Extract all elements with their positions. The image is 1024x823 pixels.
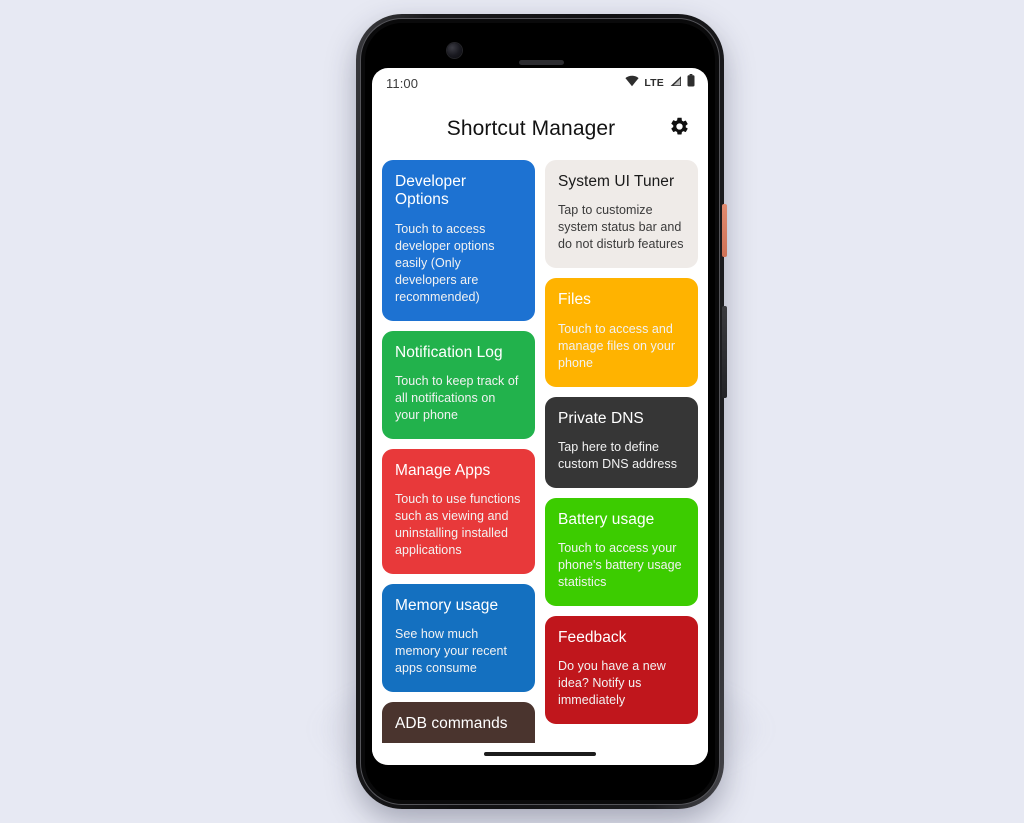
- home-gesture-pill[interactable]: [484, 752, 596, 756]
- battery-icon: [687, 74, 695, 92]
- power-button[interactable]: [722, 204, 727, 257]
- cards-column-left: Developer Options Touch to access develop…: [382, 160, 535, 765]
- shortcut-card-title: Notification Log: [395, 343, 503, 361]
- signal-icon: [669, 74, 682, 92]
- phone-mockup: 11:00 LTE Shortcut Manager Developer Opt…: [306, 14, 776, 809]
- settings-button[interactable]: [664, 114, 694, 144]
- phone-screen: 11:00 LTE Shortcut Manager Developer Opt…: [372, 68, 708, 765]
- shortcut-card[interactable]: Files Touch to access and manage files on…: [545, 278, 698, 387]
- gesture-navigation-bar: [372, 743, 708, 765]
- shortcut-card[interactable]: Manage Apps Touch to use functions such a…: [382, 448, 535, 575]
- shortcut-card[interactable]: Battery usage Touch to access your phone'…: [545, 497, 698, 607]
- shortcut-card[interactable]: Private DNS Tap here to define custom DNS…: [545, 396, 698, 488]
- shortcut-card-title: Developer Options: [395, 173, 467, 209]
- shortcut-card-description: Tap here to define custom DNS address: [558, 439, 677, 471]
- shortcut-card[interactable]: System UI Tuner Tap to customize system s…: [545, 160, 698, 269]
- gear-icon: [669, 116, 690, 142]
- status-bar-icons: LTE: [625, 74, 695, 92]
- shortcut-card-title: Battery usage: [558, 510, 655, 528]
- volume-rocker-button[interactable]: [722, 306, 727, 398]
- shortcut-card-title: Feedback: [558, 629, 627, 647]
- app-bar: Shortcut Manager: [372, 98, 708, 160]
- shortcut-card-description: Touch to keep track of all notifications…: [395, 373, 519, 422]
- shortcut-card[interactable]: Developer Options Touch to access develop…: [382, 160, 535, 321]
- shortcut-card[interactable]: Feedback Do you have a new idea? Notify u…: [545, 616, 698, 725]
- front-camera-icon: [447, 43, 462, 58]
- shortcut-card-title: Files: [558, 291, 591, 309]
- shortcut-card-description: Do you have a new idea? Notify us immedi…: [558, 659, 666, 708]
- shortcut-cards-grid: Developer Options Touch to access develop…: [372, 160, 708, 765]
- shortcut-card-title: Private DNS: [558, 409, 644, 427]
- shortcut-card-description: Touch to access developer options easily…: [395, 221, 495, 304]
- shortcut-card-description: Touch to use functions such as viewing a…: [395, 492, 521, 558]
- shortcut-card-title: System UI Tuner: [558, 173, 675, 190]
- status-bar-clock: 11:00: [386, 75, 419, 91]
- shortcut-cards-scroll-area[interactable]: Developer Options Touch to access develop…: [372, 160, 708, 765]
- wifi-icon: [625, 74, 639, 92]
- shortcut-card-description: Touch to access and manage files on your…: [558, 321, 676, 370]
- shortcut-card-title: ADB commands: [395, 715, 508, 733]
- shortcut-card[interactable]: Notification Log Touch to keep track of a…: [382, 330, 535, 439]
- shortcut-card-description: Touch to access your phone's battery usa…: [558, 541, 682, 590]
- cards-column-right: System UI Tuner Tap to customize system s…: [545, 160, 698, 765]
- network-type-label: LTE: [644, 77, 664, 89]
- shortcut-card[interactable]: Memory usage See how much memory your rec…: [382, 584, 535, 693]
- shortcut-card-title: Manage Apps: [395, 461, 491, 479]
- shortcut-card-description: See how much memory your recent apps con…: [395, 627, 508, 676]
- status-bar: 11:00 LTE: [372, 68, 708, 98]
- shortcut-card-description: Tap to customize system status bar and d…: [558, 203, 684, 252]
- shortcut-card-title: Memory usage: [395, 597, 499, 615]
- page-title: Shortcut Manager: [446, 117, 616, 140]
- earpiece-speaker-icon: [519, 60, 564, 65]
